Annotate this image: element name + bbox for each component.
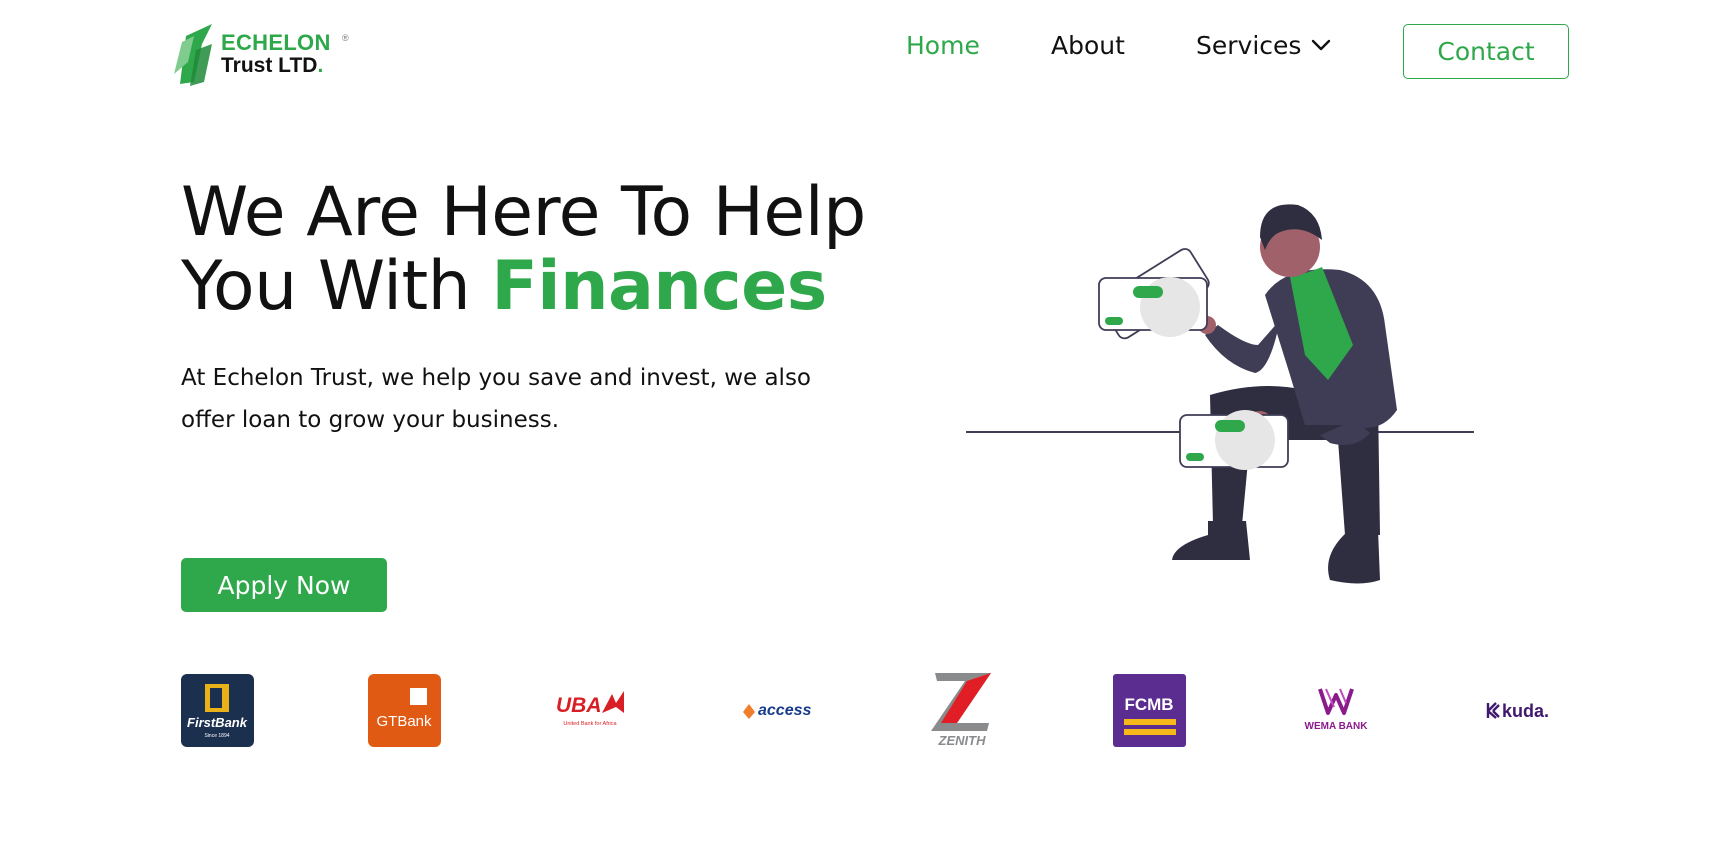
gtbank-label: GTBank xyxy=(376,713,432,730)
logo-text-echelon: ECHELON xyxy=(221,30,331,55)
fcmb-icon: FCMB xyxy=(1113,673,1186,747)
finance-illustration xyxy=(966,204,1474,584)
logo-text-trust-label: Trust LTD xyxy=(221,54,318,77)
firstbank-logo: FirstBank Since 1894 xyxy=(181,673,254,747)
fcmb-logo: FCMB xyxy=(1113,673,1186,747)
wema-bank-label: WEMA BANK xyxy=(1305,721,1369,732)
hero-subtitle: At Echelon Trust, we help you save and i… xyxy=(181,365,812,433)
firstbank-label: FirstBank xyxy=(187,715,248,730)
hero-title-highlight: Finances xyxy=(491,247,827,326)
nav-services-link[interactable]: Services xyxy=(1196,31,1301,60)
nav-home-link[interactable]: Home xyxy=(906,31,980,60)
uba-tagline: United Bank for Africa xyxy=(563,721,617,727)
gtbank-logo: GTBank xyxy=(368,673,441,747)
chevron-down-icon[interactable] xyxy=(1311,38,1331,52)
firstbank-tagline: Since 1894 xyxy=(204,733,229,739)
access-icon: access xyxy=(743,702,811,719)
contact-button[interactable]: Contact xyxy=(1403,24,1569,79)
access-label: access xyxy=(758,702,811,719)
wema-bank-logo: WEMA BANK xyxy=(1296,673,1376,747)
logo-dot: . xyxy=(317,54,324,77)
firstbank-icon: FirstBank Since 1894 xyxy=(181,673,254,747)
kuda-icon: kuda. xyxy=(1486,701,1549,721)
zenith-label: ZENITH xyxy=(938,733,987,748)
uba-logo: UBA United Bank for Africa xyxy=(550,673,630,747)
nav-about-link[interactable]: About xyxy=(1051,31,1125,60)
kuda-label: kuda. xyxy=(1502,701,1549,721)
fcmb-label: FCMB xyxy=(1124,695,1173,714)
wema-bank-icon: WEMA BANK xyxy=(1305,688,1369,732)
zenith-icon: ZENITH xyxy=(931,673,991,748)
logo-text-trust: Trust LTD. xyxy=(221,54,323,78)
gtbank-icon: GTBank xyxy=(368,673,441,747)
logo-registered-mark: ® xyxy=(342,33,349,43)
uba-label: UBA xyxy=(556,694,602,717)
kuda-logo: kuda. xyxy=(1482,673,1562,747)
access-logo: access xyxy=(738,673,818,747)
uba-icon: UBA United Bank for Africa xyxy=(556,691,624,727)
zenith-logo: ZENITH xyxy=(927,673,997,748)
apply-now-button[interactable]: Apply Now xyxy=(181,558,387,612)
hero-title: We Are Here To Help You With Finances xyxy=(181,176,901,324)
